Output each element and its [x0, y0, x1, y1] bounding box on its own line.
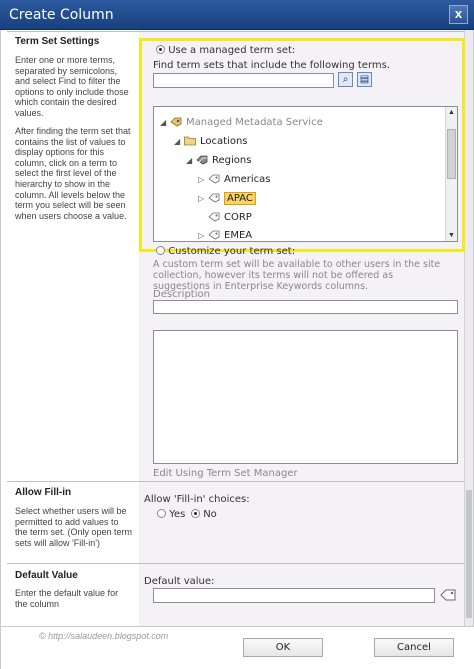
- tag-icon: [440, 589, 456, 601]
- default-value-label: Default value:: [144, 576, 215, 587]
- description-input[interactable]: [153, 300, 458, 314]
- browse-tags-button[interactable]: [440, 588, 456, 602]
- default-value-input[interactable]: [153, 588, 435, 603]
- allow-fillin-desc: Select whether users will be permitted t…: [15, 506, 133, 548]
- watermark: © http://salaudeen.blogspot.com: [39, 631, 169, 641]
- ok-button[interactable]: OK: [243, 638, 323, 657]
- term-set-settings-desc-1: Enter one or more terms, separated by se…: [15, 55, 129, 118]
- title-bar: Create Column x: [0, 0, 474, 30]
- default-value-desc: Enter the default value for the column: [15, 588, 119, 609]
- fillin-no-label: No: [203, 509, 217, 520]
- custom-terms-box[interactable]: [153, 330, 458, 464]
- fillin-yes-label: Yes: [169, 509, 186, 520]
- close-button[interactable]: x: [449, 5, 468, 24]
- dialog-scrollbar-thumb[interactable]: [466, 490, 472, 618]
- fillin-yes-radio[interactable]: [157, 509, 166, 518]
- fillin-no-radio[interactable]: [191, 509, 200, 518]
- cancel-button[interactable]: Cancel: [374, 638, 454, 657]
- customize-option[interactable]: Customize your term set:: [156, 246, 295, 257]
- customize-label: Customize your term set:: [168, 246, 296, 257]
- term-set-settings-desc-2: After finding the term set that contains…: [15, 126, 131, 221]
- section-divider: [7, 563, 464, 564]
- customize-radio[interactable]: [156, 246, 165, 255]
- close-icon: x: [454, 6, 463, 21]
- fillin-no-option[interactable]: No: [191, 509, 217, 520]
- dialog-footer: © http://salaudeen.blogspot.com OK Cance…: [1, 626, 474, 669]
- default-value-title: Default Value: [15, 570, 78, 581]
- description-label: Description: [153, 289, 210, 300]
- dialog-body: Term Set Settings Enter one or more term…: [0, 30, 474, 669]
- allow-fillin-title: Allow Fill-in: [15, 487, 72, 498]
- section-divider: [7, 31, 464, 32]
- custom-term-set-desc: A custom term set will be available to o…: [153, 259, 441, 292]
- highlight-frame: [139, 38, 465, 252]
- allow-fillin-label: Allow 'Fill-in' choices:: [144, 494, 250, 505]
- section-divider: [7, 481, 464, 482]
- dialog-title: Create Column: [9, 7, 114, 23]
- edit-term-set-manager-link[interactable]: Edit Using Term Set Manager: [153, 468, 298, 479]
- term-set-settings-title: Term Set Settings: [15, 36, 100, 47]
- dialog-scrollbar[interactable]: [464, 30, 473, 626]
- fillin-yes-option[interactable]: Yes: [157, 509, 185, 520]
